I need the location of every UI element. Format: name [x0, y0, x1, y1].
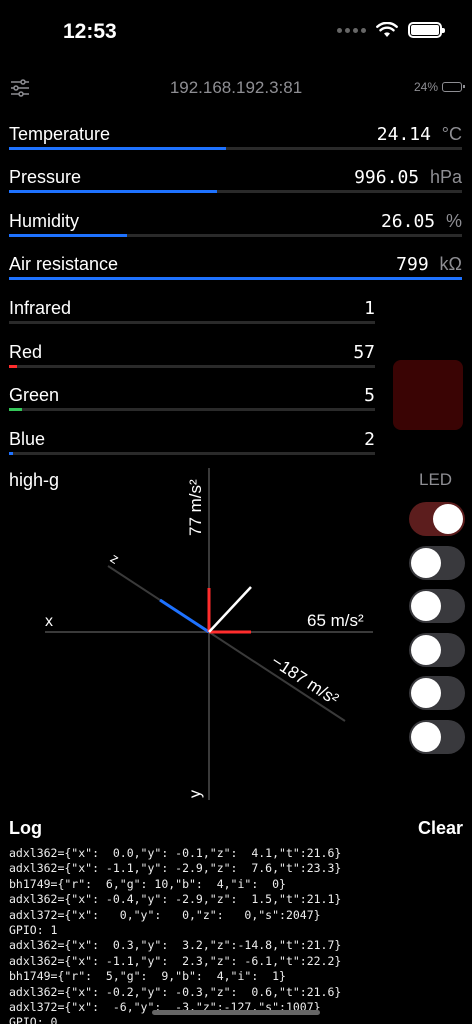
log-line: adxl362={"x": -0.4,"y": -2.9,"z": 1.5,"t…: [9, 892, 342, 907]
log-line: adxl362={"x": -1.1,"y": -2.9,"z": 7.6,"t…: [9, 861, 342, 876]
sensor-label: Humidity: [9, 211, 80, 231]
light-level-bar: [9, 408, 375, 411]
device-battery: 24%: [413, 80, 465, 94]
sensor-value: 799 kΩ: [396, 254, 462, 275]
device-address: 192.168.192.3:81: [169, 78, 303, 97]
toggle-knob: [433, 504, 463, 534]
y-axis-letter: y: [187, 790, 204, 798]
light-value: 1: [364, 298, 375, 319]
small-battery-icon: [442, 82, 465, 92]
light-label: Infrared: [9, 298, 72, 318]
light-value: 5: [364, 385, 375, 406]
light-level-fill: [9, 365, 18, 368]
sensor-value: 24.14 °C: [377, 124, 462, 145]
log-line: adxl362={"x": 0.3,"y": 3.2,"z":-14.8,"t"…: [9, 938, 342, 953]
cellular-signal-icon: [337, 27, 366, 33]
log-title: Log: [9, 818, 42, 838]
y-magnitude-label: 77 m/s²: [186, 479, 205, 536]
sensor-level-bar: [9, 234, 462, 237]
sensor-label: Air resistance: [9, 254, 119, 274]
toggle-knob: [411, 634, 441, 665]
sensor-unit: °C: [441, 124, 462, 144]
light-label: Blue: [9, 429, 46, 449]
sensor-row: Humidity 26.05 %: [9, 207, 462, 237]
sensor-value: 26.05 %: [381, 211, 462, 232]
light-value: 57: [353, 342, 375, 363]
z-vector: [159, 598, 210, 634]
light-level-fill: [9, 408, 22, 411]
log-line: GPIO: 1: [9, 923, 58, 938]
light-level-bar: [9, 321, 375, 324]
sensor-number: 799: [396, 254, 429, 275]
sensor-value: 996.05 hPa: [354, 167, 462, 188]
sensor-row: Temperature 24.14 °C: [9, 120, 462, 150]
sensor-unit: %: [445, 211, 462, 231]
sensor-row: Pressure 996.05 hPa: [9, 163, 462, 193]
led-toggle[interactable]: [409, 545, 465, 580]
toggle-knob: [411, 547, 441, 578]
light-label: Red: [9, 342, 43, 362]
sensor-level-fill: [9, 277, 462, 280]
sensor-unit: hPa: [429, 167, 462, 187]
light-row: Infrared 1: [9, 294, 375, 324]
clear-log-button[interactable]: Clear: [418, 818, 463, 839]
log-line: adxl362={"x": 0.0,"y": -0.1,"z": 4.1,"t"…: [9, 846, 342, 860]
log-line: bh1749={"r": 6,"g": 10,"b": 4,"i": 0}: [9, 876, 286, 891]
led-toggle[interactable]: [409, 502, 465, 536]
sensor-label: Pressure: [9, 167, 82, 187]
sensor-number: 996.05: [354, 167, 420, 188]
log-line: adxl362={"x": -0.2,"y": -0.3,"z": 0.6,"t…: [9, 984, 342, 999]
sensor-label: Temperature: [9, 124, 111, 144]
sensor-number: 26.05: [380, 211, 436, 232]
light-level-bar: [9, 365, 375, 368]
led-toggle[interactable]: [409, 719, 465, 754]
toggle-knob: [411, 678, 441, 708]
led-toggle[interactable]: [409, 632, 465, 667]
log-line: GPIO: 0: [9, 1015, 58, 1024]
led-toggle[interactable]: [409, 589, 465, 623]
light-row: Blue 2: [9, 425, 375, 455]
log-line: bh1749={"r": 5,"g": 9,"b": 4,"i": 1}: [9, 969, 286, 984]
light-row: Red 57: [9, 338, 375, 368]
sensor-row: Air resistance 799 kΩ: [9, 250, 462, 280]
led-label: LED: [419, 470, 453, 489]
z-axis-line: [107, 565, 346, 722]
light-level-bar: [9, 452, 375, 455]
sensor-level-fill: [9, 190, 218, 193]
resultant-vector: [208, 586, 252, 633]
sensor-level-fill: [9, 234, 127, 237]
sensor-level-bar: [9, 190, 462, 193]
log-output: adxl362={"x": 0.0,"y": -0.1,"z": 4.1,"t"…: [9, 846, 463, 1024]
z-axis-letter: z: [108, 550, 123, 567]
device-battery-label: 24%: [413, 80, 438, 94]
sensor-level-bar: [9, 147, 462, 150]
toggle-knob: [411, 591, 441, 621]
battery-icon: [408, 22, 445, 38]
light-label: Green: [9, 385, 60, 405]
light-row: Green 5: [9, 381, 375, 411]
toggle-knob: [411, 721, 441, 752]
status-icons: [337, 22, 445, 38]
color-swatch: [393, 360, 463, 430]
x-axis-letter: x: [45, 613, 53, 630]
sensor-level-fill: [9, 147, 227, 150]
status-time: 12:53: [63, 20, 117, 43]
log-line: adxl362={"x": -1.1,"y": 2.3,"z": -6.1,"t…: [9, 953, 342, 968]
home-indicator[interactable]: [152, 1010, 320, 1015]
sensor-level-bar: [9, 277, 462, 280]
log-line: adxl372={"x": 0,"y": 0,"z": 0,"s":2047}: [9, 907, 321, 922]
led-toggle[interactable]: [409, 676, 465, 710]
wifi-icon: [376, 22, 398, 37]
x-magnitude-label: 65 m/s²: [307, 611, 364, 630]
accelerometer-plot: x z y 77 m/s² 65 m/s² −187 m/s²: [45, 468, 373, 800]
light-level-fill: [9, 452, 14, 455]
z-magnitude-label: −187 m/s²: [268, 651, 342, 709]
sensor-number: 24.14: [376, 124, 431, 145]
sensor-unit: kΩ: [439, 254, 462, 274]
light-value: 2: [364, 429, 375, 450]
